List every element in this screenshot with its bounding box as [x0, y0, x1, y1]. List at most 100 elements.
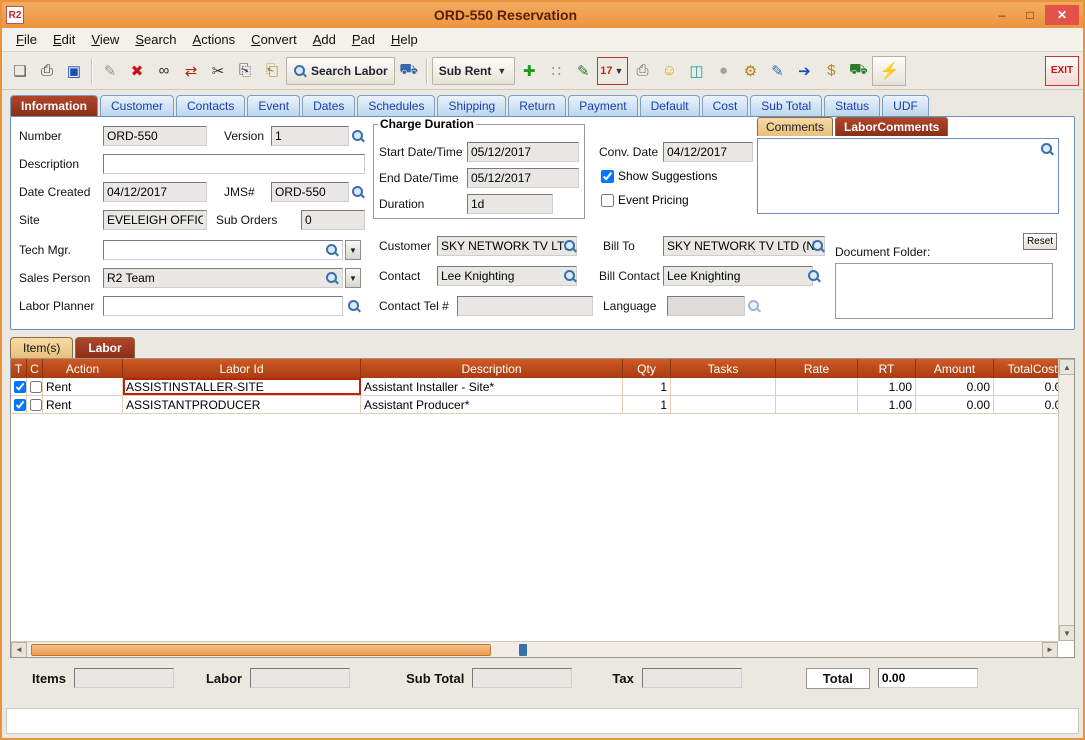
scroll-left-icon[interactable]: ◄ [11, 642, 27, 658]
tv-icon[interactable]: ◫ [683, 57, 709, 85]
tab-comments[interactable]: Comments [757, 117, 833, 136]
tools-wand-button[interactable]: ⚡ [872, 56, 906, 86]
scroll-down-icon[interactable]: ▼ [1059, 625, 1075, 641]
security-users-icon[interactable]: ⚙ [737, 57, 763, 85]
t-checkbox[interactable] [14, 399, 26, 411]
sales-person-dropdown[interactable]: ▼ [345, 268, 361, 288]
menu-add[interactable]: Add [305, 29, 344, 50]
grid-column-c[interactable]: C [27, 359, 43, 378]
tab-event[interactable]: Event [247, 95, 300, 116]
grid-column-description[interactable]: Description [361, 359, 623, 378]
duration-field[interactable] [467, 194, 553, 214]
tab-contacts[interactable]: Contacts [176, 95, 245, 116]
sphere-icon[interactable]: ● [710, 57, 736, 85]
start-date-field[interactable] [467, 142, 579, 162]
scroll-right-icon[interactable]: ► [1042, 642, 1058, 658]
event-pricing-box[interactable] [601, 194, 614, 207]
smiley-icon[interactable]: ☺ [656, 57, 682, 85]
vertical-scrollbar[interactable]: ▲ ▼ [1058, 359, 1074, 641]
tab-dates[interactable]: Dates [302, 95, 355, 116]
grid-column-tasks[interactable]: Tasks [671, 359, 776, 378]
tab-item-s-[interactable]: Item(s) [10, 337, 73, 358]
version-field[interactable] [271, 126, 349, 146]
grid-cell-t-checkbox[interactable] [11, 378, 27, 395]
sales-person-search-icon[interactable] [325, 271, 339, 285]
grid-column-amount[interactable]: Amount [916, 359, 994, 378]
grid-column-rt[interactable]: RT [858, 359, 916, 378]
tab-return[interactable]: Return [508, 95, 566, 116]
splitter-handle[interactable] [519, 644, 527, 656]
grid-cell-total_cost[interactable]: 0.00 [994, 378, 1058, 395]
paste-icon[interactable]: ⎗ [259, 57, 285, 85]
menu-convert[interactable]: Convert [243, 29, 305, 50]
customer-field[interactable] [437, 236, 577, 256]
delete-icon[interactable]: ✖ [124, 57, 150, 85]
menu-edit[interactable]: Edit [45, 29, 83, 50]
menu-view[interactable]: View [83, 29, 127, 50]
money-icon[interactable]: $ [818, 57, 844, 85]
grid-column-totalcost[interactable]: TotalCost [994, 359, 1058, 378]
grid-cell-rt[interactable]: 1.00 [858, 378, 916, 395]
search-labor-button[interactable]: Search Labor [286, 57, 395, 85]
exit-button[interactable]: EXIT [1045, 56, 1079, 86]
close-button[interactable]: ✕ [1045, 5, 1079, 25]
grid-cell-total_cost[interactable]: 0.00 [994, 396, 1058, 413]
new-document-icon[interactable]: ❏ [7, 57, 33, 85]
grid-cell-rt[interactable]: 1.00 [858, 396, 916, 413]
bill-to-field[interactable] [663, 236, 825, 256]
labor-planner-field[interactable] [103, 296, 343, 316]
c-checkbox[interactable] [30, 381, 42, 393]
tab-default[interactable]: Default [640, 95, 700, 116]
customer-search-icon[interactable] [563, 239, 577, 253]
grid-cell-t-checkbox[interactable] [11, 396, 27, 413]
t-checkbox[interactable] [14, 381, 26, 393]
grid-cell-qty[interactable]: 1 [623, 396, 671, 413]
grid-cell-rate[interactable] [776, 378, 858, 395]
menu-pad[interactable]: Pad [344, 29, 383, 50]
tech-mgr-search-icon[interactable] [325, 243, 339, 257]
grid-cell-amount[interactable]: 0.00 [916, 396, 994, 413]
tab-information[interactable]: Information [10, 95, 98, 116]
sales-person-field[interactable] [103, 268, 343, 288]
grid-cell-rate[interactable] [776, 396, 858, 413]
document-folder-box[interactable] [835, 263, 1053, 319]
jms-search-icon[interactable] [351, 185, 365, 199]
number-field[interactable] [103, 126, 207, 146]
tech-mgr-field[interactable] [103, 240, 343, 260]
grid-row[interactable]: RentASSISTANTPRODUCERAssistant Producer*… [11, 396, 1058, 414]
grid-column-action[interactable]: Action [43, 359, 123, 378]
bill-contact-field[interactable] [663, 266, 813, 286]
date-created-field[interactable] [103, 182, 207, 202]
grid-column-t[interactable]: T [11, 359, 27, 378]
handtruck-icon[interactable]: ⛟ [396, 57, 422, 85]
grid-row[interactable]: RentASSISTINSTALLER-SITEAssistant Instal… [11, 378, 1058, 396]
bill-contact-search-icon[interactable] [807, 269, 821, 283]
cut-icon[interactable]: ✂ [205, 57, 231, 85]
tab-status[interactable]: Status [824, 95, 880, 116]
grid-cell-action[interactable]: Rent [43, 396, 123, 413]
labor-planner-search-icon[interactable] [347, 299, 361, 313]
contact-search-icon[interactable] [563, 269, 577, 283]
globe-arrow-icon[interactable]: ➔ [791, 57, 817, 85]
contact-tel-field[interactable] [457, 296, 593, 316]
description-field[interactable] [103, 154, 365, 174]
grid-cell-tasks[interactable] [671, 378, 776, 395]
menu-search[interactable]: Search [127, 29, 184, 50]
minimize-button[interactable]: – [989, 5, 1015, 25]
grid-column-qty[interactable]: Qty [623, 359, 671, 378]
menu-actions[interactable]: Actions [185, 29, 244, 50]
comments-textarea[interactable] [757, 138, 1059, 214]
menu-file[interactable]: File [8, 29, 45, 50]
bill-to-search-icon[interactable] [811, 239, 825, 253]
grid-cell-description[interactable]: Assistant Installer - Site* [361, 378, 623, 395]
site-field[interactable] [103, 210, 207, 230]
tab-customer[interactable]: Customer [100, 95, 174, 116]
copy-icon[interactable]: ⎘ [232, 57, 258, 85]
sub-rent-button[interactable]: Sub Rent▼ [432, 57, 516, 85]
edit-note-icon[interactable]: ✎ [570, 57, 596, 85]
sub-rent-dropdown-icon[interactable]: ▼ [495, 66, 508, 76]
maximize-button[interactable]: □ [1017, 5, 1043, 25]
tab-payment[interactable]: Payment [568, 95, 637, 116]
grid-cell-labor_id[interactable]: ASSISTANTPRODUCER [123, 396, 361, 413]
shipping-truck-icon[interactable]: ⛟ [845, 57, 871, 85]
